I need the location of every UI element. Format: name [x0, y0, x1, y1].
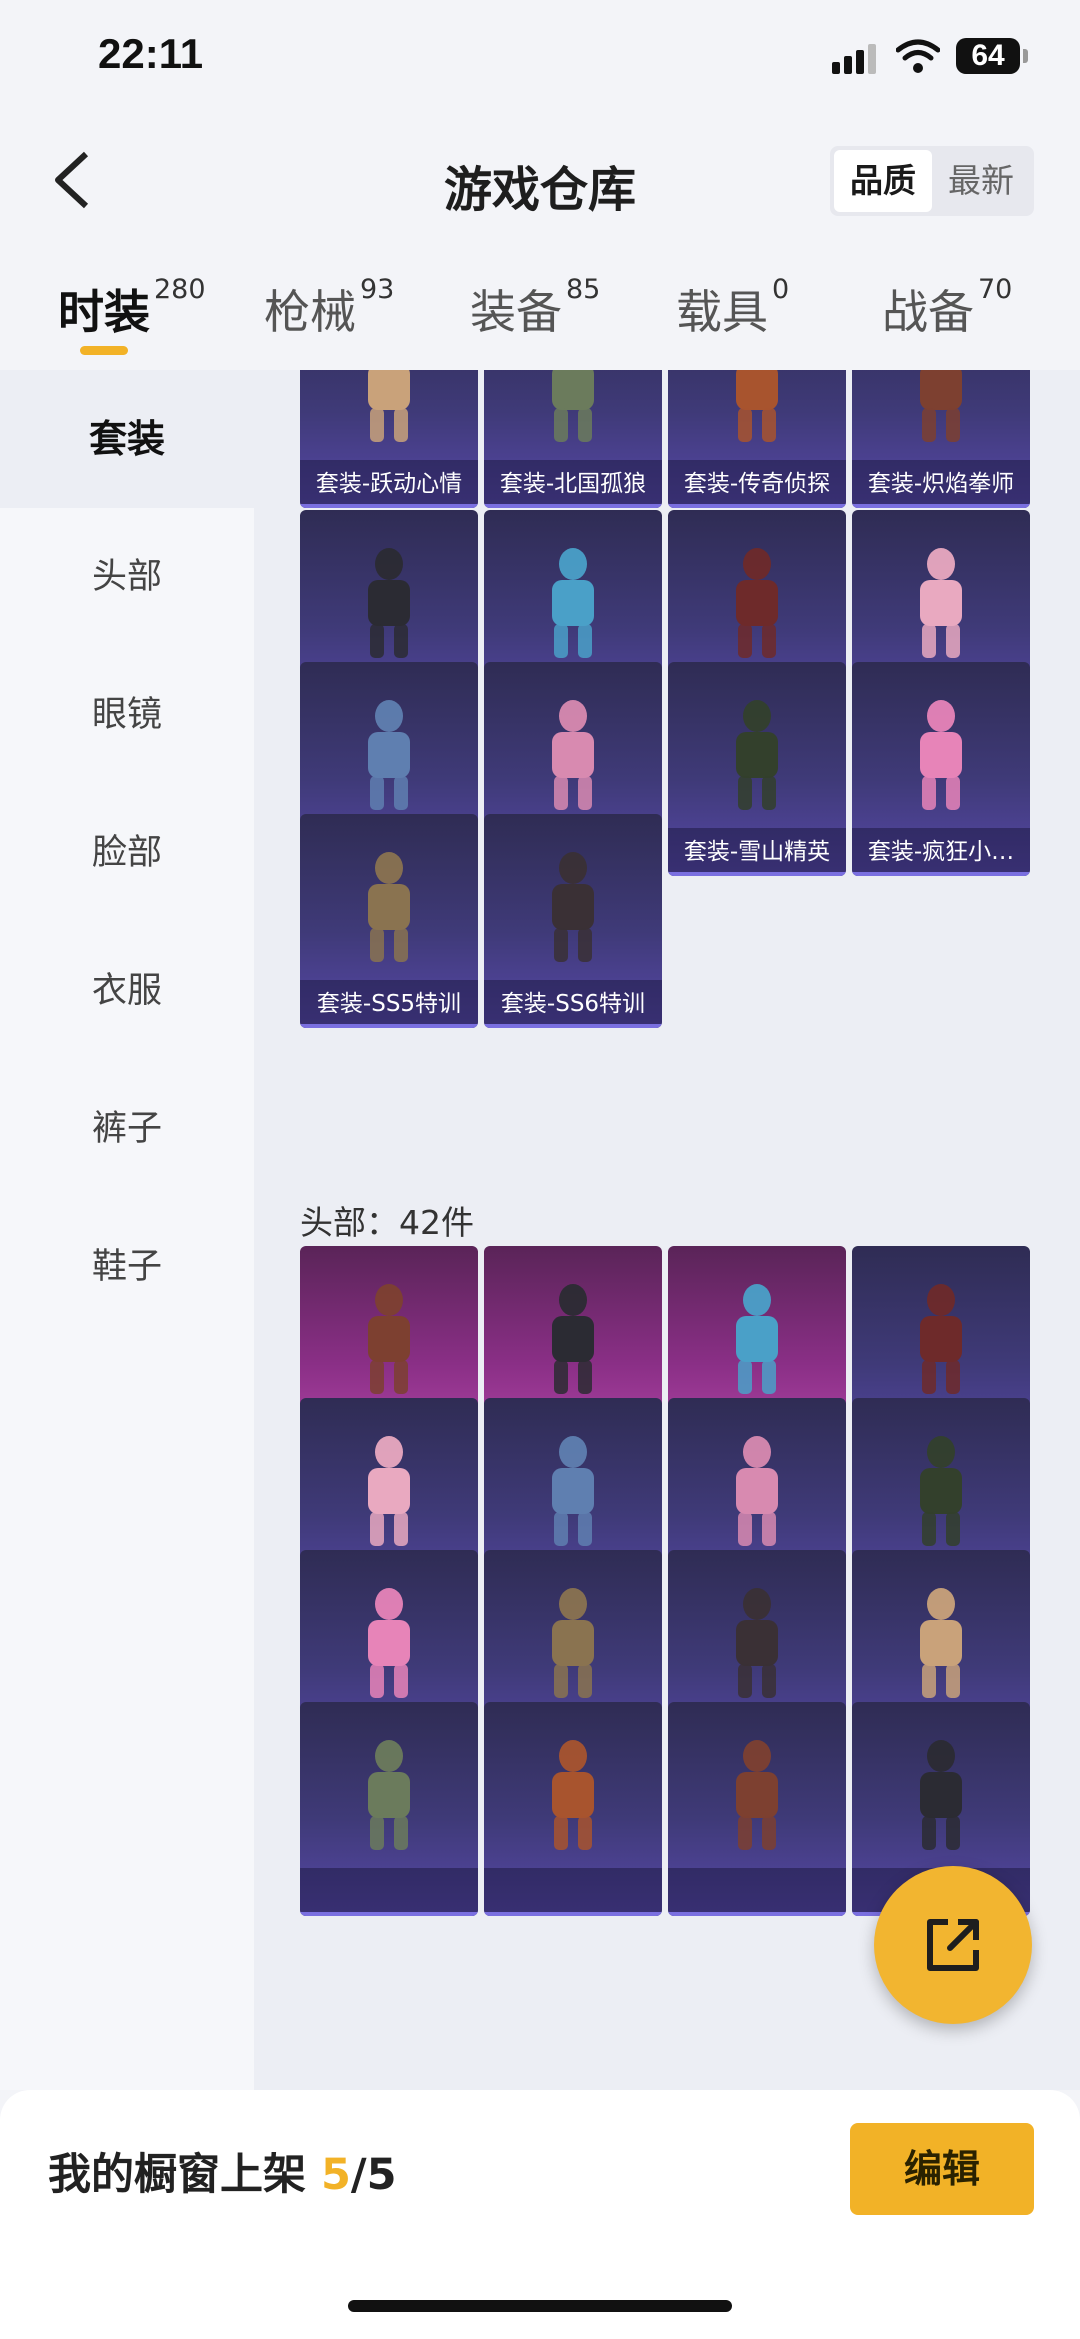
outfit-card[interactable]: 套装-跃动心情: [300, 370, 478, 508]
side-item-face[interactable]: 脸部: [0, 784, 254, 922]
status-time: 22:11: [98, 30, 204, 77]
head-item-name: [668, 1868, 846, 1916]
outfit-item-art-icon: [552, 852, 594, 962]
head-section-header: 头部：42件: [300, 1203, 474, 1242]
outfit-item-art-icon: [368, 700, 410, 810]
outfit-item-name: 套装-跃动心情: [300, 460, 478, 508]
tab-vehicles[interactable]: 载具 0: [676, 274, 789, 342]
edit-button[interactable]: 编辑: [850, 2123, 1034, 2215]
outfit-item-name: 套装-SS5特训: [300, 980, 478, 1028]
head-item-name: [300, 1868, 478, 1916]
tab-firearms[interactable]: 枪械 93: [264, 274, 394, 342]
wifi-icon: [896, 39, 940, 73]
active-tab-indicator: [80, 346, 128, 355]
outfit-item-name: 套装-北国孤狼: [484, 460, 662, 508]
outfit-item-art-icon: [920, 370, 962, 442]
outfit-item-art-icon: [920, 548, 962, 658]
tab-equipment[interactable]: 装备 85: [470, 274, 600, 342]
outfit-item-name: 套装-雪山精英: [668, 828, 846, 876]
head-card[interactable]: [484, 1702, 662, 1916]
outfit-item-art-icon: [920, 700, 962, 810]
share-icon: [927, 1919, 979, 1971]
side-item-clothes[interactable]: 衣服: [0, 922, 254, 1060]
outfit-item-art-icon: [736, 700, 778, 810]
side-item-glasses[interactable]: 眼镜: [0, 646, 254, 784]
showcase-status: 我的橱窗上架 5/5: [48, 2150, 397, 2200]
share-button[interactable]: [874, 1866, 1032, 2024]
bottom-bar: 我的橱窗上架 5/5 编辑: [0, 2090, 1080, 2339]
outfit-card[interactable]: 套装-传奇侦探: [668, 370, 846, 508]
sort-newest-option[interactable]: 最新: [932, 150, 1030, 212]
category-tabs: 时装 280 枪械 93 装备 85 载具 0 战备 70: [0, 250, 1080, 370]
head-item-art-icon: [920, 1436, 962, 1546]
outfit-item-name: 套装-疯狂小…: [852, 828, 1030, 876]
sort-quality-option[interactable]: 品质: [834, 150, 932, 212]
outfit-card[interactable]: 套装-SS5特训: [300, 814, 478, 1028]
head-item-art-icon: [552, 1588, 594, 1698]
head-card[interactable]: [300, 1702, 478, 1916]
head-card[interactable]: [668, 1702, 846, 1916]
side-item-head[interactable]: 头部: [0, 508, 254, 646]
outfit-item-art-icon: [368, 548, 410, 658]
item-grid: 头部：42件 套装-跃动心情套装-北国孤狼套装-传奇侦探套装-炽焰拳师套装-格斗…: [254, 370, 1080, 2090]
head-item-art-icon: [552, 1284, 594, 1394]
head-item-art-icon: [736, 1740, 778, 1850]
status-bar: 22:11 64: [0, 0, 1080, 120]
head-item-art-icon: [920, 1284, 962, 1394]
outfit-item-name: 套装-炽焰拳师: [852, 460, 1030, 508]
battery-icon: 64: [956, 38, 1028, 74]
outfit-item-name: 套装-传奇侦探: [668, 460, 846, 508]
outfit-item-art-icon: [736, 548, 778, 658]
head-item-art-icon: [736, 1436, 778, 1546]
outfit-card[interactable]: 套装-疯狂小…: [852, 662, 1030, 876]
head-item-art-icon: [736, 1588, 778, 1698]
tab-fashion[interactable]: 时装 280: [58, 274, 206, 342]
head-item-name: [484, 1868, 662, 1916]
head-item-art-icon: [368, 1436, 410, 1546]
head-item-art-icon: [920, 1740, 962, 1850]
outfit-item-art-icon: [552, 370, 594, 442]
signal-icon: [832, 44, 876, 74]
side-item-outfit[interactable]: 套装: [0, 370, 254, 508]
outfit-card[interactable]: 套装-北国孤狼: [484, 370, 662, 508]
head-item-art-icon: [552, 1436, 594, 1546]
head-item-art-icon: [736, 1284, 778, 1394]
outfit-item-art-icon: [368, 370, 410, 442]
side-item-pants[interactable]: 裤子: [0, 1060, 254, 1198]
side-item-shoes[interactable]: 鞋子: [0, 1198, 254, 1336]
home-indicator: [348, 2300, 732, 2312]
outfit-item-art-icon: [736, 370, 778, 442]
outfit-card[interactable]: 套装-SS6特训: [484, 814, 662, 1028]
outfit-item-art-icon: [368, 852, 410, 962]
outfit-item-art-icon: [552, 700, 594, 810]
outfit-card[interactable]: 套装-雪山精英: [668, 662, 846, 876]
side-nav: 套装 头部 眼镜 脸部 衣服 裤子 鞋子: [0, 370, 254, 2090]
head-item-art-icon: [552, 1740, 594, 1850]
head-item-art-icon: [920, 1588, 962, 1698]
head-item-art-icon: [368, 1740, 410, 1850]
sort-toggle[interactable]: 品质 最新: [830, 146, 1034, 216]
head-item-art-icon: [368, 1284, 410, 1394]
outfit-card[interactable]: 套装-炽焰拳师: [852, 370, 1030, 508]
outfit-item-art-icon: [552, 548, 594, 658]
header: 游戏仓库 品质 最新: [0, 120, 1080, 240]
outfit-item-name: 套装-SS6特训: [484, 980, 662, 1028]
tab-supplies[interactable]: 战备 70: [882, 274, 1012, 342]
head-item-art-icon: [368, 1588, 410, 1698]
